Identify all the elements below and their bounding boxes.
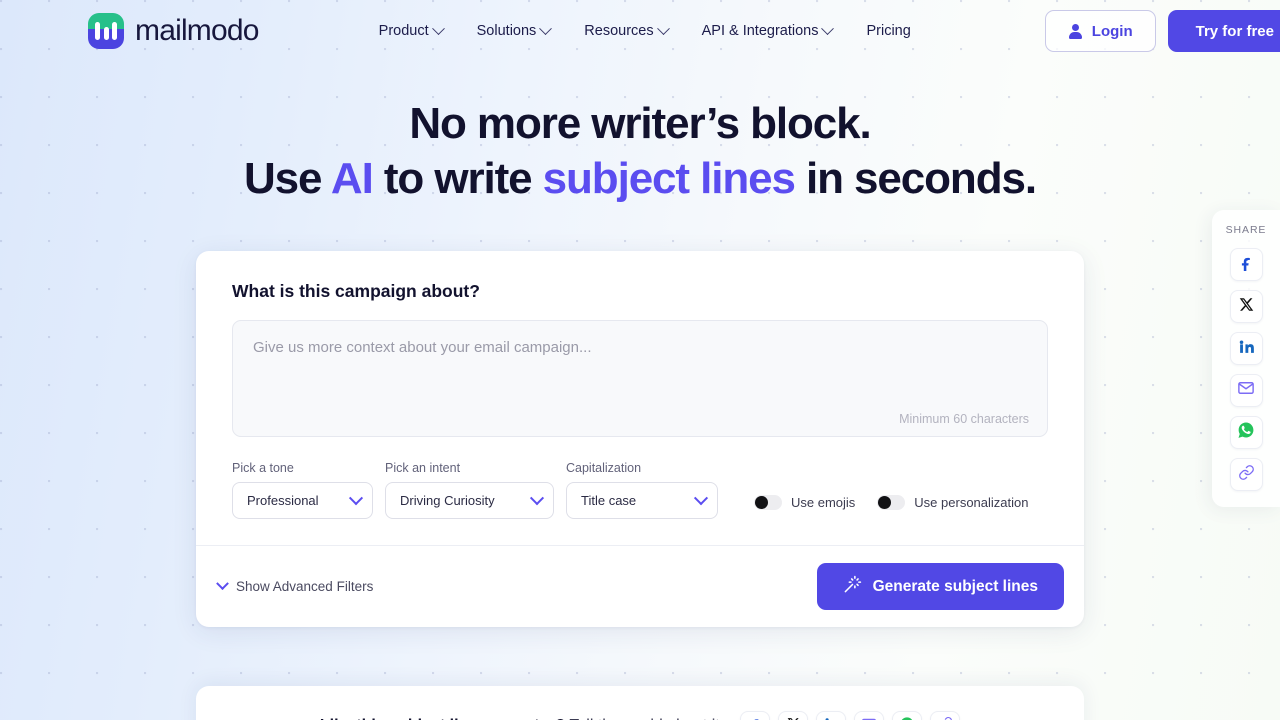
- share-promo-card: Like this subject line generator? Tell t…: [196, 686, 1084, 720]
- chevron-down-icon: [348, 490, 364, 505]
- headline-line-1: No more writer’s block.: [409, 99, 871, 148]
- nav-item-product[interactable]: Product: [378, 21, 445, 39]
- hero-section: No more writer’s block. Use AI to write …: [0, 96, 1280, 206]
- headline-line-2-b: to write: [372, 154, 543, 203]
- try-for-free-button[interactable]: Try for free: [1167, 10, 1280, 52]
- share-whatsapp-button[interactable]: [1229, 416, 1263, 449]
- main-navigation: Product Solutions Resources API & Integr…: [378, 21, 911, 39]
- use-personalization-toggle[interactable]: Use personalization: [877, 495, 1028, 510]
- field-label: Pick an intent: [385, 461, 461, 475]
- nav-label: Solutions: [476, 23, 537, 39]
- generator-title: What is this campaign about?: [232, 281, 480, 301]
- linkedin-icon: [1238, 338, 1255, 360]
- chevron-down-icon: [529, 490, 545, 505]
- chevron-down-icon: [539, 21, 553, 35]
- campaign-context-textarea[interactable]: Give us more context about your email ca…: [232, 320, 1048, 437]
- chevron-down-icon: [431, 21, 445, 35]
- promo-share-facebook-button[interactable]: [740, 711, 771, 720]
- promo-share-copy-link-button[interactable]: [930, 711, 961, 720]
- share-email-button[interactable]: [1229, 374, 1263, 407]
- user-icon: [1068, 23, 1083, 39]
- email-icon: [861, 716, 877, 720]
- capitalization-select[interactable]: Title case: [566, 482, 718, 519]
- facebook-icon: [1238, 254, 1255, 276]
- nav-item-pricing[interactable]: Pricing: [866, 23, 910, 39]
- use-emojis-toggle[interactable]: Use emojis: [754, 495, 855, 510]
- facebook-icon: [748, 716, 763, 720]
- generator-footer: Show Advanced Filters Generate subject l…: [196, 545, 1084, 627]
- header-actions: Login Try for free: [1044, 10, 1280, 52]
- field-label: Pick a tone: [232, 461, 294, 475]
- promo-share-linkedin-button[interactable]: [816, 711, 847, 720]
- whatsapp-icon: [1237, 421, 1255, 444]
- headline-line-2-a: Use: [244, 154, 331, 203]
- share-copy-link-button[interactable]: [1229, 458, 1263, 491]
- chevron-down-icon: [693, 490, 709, 505]
- generator-body: What is this campaign about? Give us mor…: [196, 251, 1084, 545]
- page-title: No more writer’s block. Use AI to write …: [0, 96, 1280, 206]
- headline-accent-ai: AI: [330, 154, 374, 203]
- whatsapp-icon: [899, 716, 915, 720]
- copy-link-icon: [938, 716, 953, 720]
- site-header: mailmodo Product Solutions Resources API…: [0, 0, 1280, 62]
- advanced-filters-label: Show Advanced Filters: [236, 579, 374, 594]
- nav-item-resources[interactable]: Resources: [584, 21, 670, 39]
- textarea-placeholder: Give us more context about your email ca…: [253, 339, 592, 356]
- subject-line-generator-card: What is this campaign about? Give us mor…: [196, 251, 1084, 627]
- character-minimum-hint: Minimum 60 characters: [899, 412, 1029, 426]
- nav-item-api-integrations[interactable]: API & Integrations: [701, 21, 835, 39]
- headline-accent-subject-lines: subject lines: [542, 154, 796, 203]
- toggle-label: Use emojis: [791, 495, 856, 510]
- generator-toggles: Use emojis Use personalization: [754, 495, 1028, 519]
- headline-line-2-c: in seconds.: [794, 154, 1037, 203]
- nav-label: Resources: [584, 23, 654, 39]
- share-facebook-button[interactable]: [1229, 248, 1263, 281]
- toggle-switch-icon: [877, 495, 906, 510]
- share-promo-icons: [740, 711, 961, 720]
- share-title: SHARE: [1225, 224, 1267, 236]
- generator-controls: Pick a tone Professional Pick an intent …: [232, 461, 1048, 519]
- brand-logo[interactable]: mailmodo: [88, 13, 259, 49]
- capitalization-value: Title case: [581, 493, 637, 508]
- tone-select[interactable]: Professional: [232, 482, 373, 519]
- generate-subject-lines-button[interactable]: Generate subject lines: [816, 563, 1064, 610]
- toggle-label: Use personalization: [914, 495, 1029, 510]
- nav-label: API & Integrations: [701, 23, 819, 39]
- field-capitalization: Capitalization Title case: [566, 461, 718, 519]
- share-sidebar: SHARE: [1212, 210, 1280, 507]
- chevron-down-icon: [216, 577, 229, 591]
- field-pick-an-intent: Pick an intent Driving Curiosity: [385, 461, 554, 519]
- promo-share-whatsapp-button[interactable]: [892, 711, 923, 720]
- intent-select[interactable]: Driving Curiosity: [385, 482, 554, 519]
- nav-label: Product: [378, 23, 429, 39]
- field-label: Capitalization: [566, 461, 642, 475]
- tone-value: Professional: [247, 493, 319, 508]
- toggle-switch-icon: [754, 495, 782, 510]
- chevron-down-icon: [656, 21, 670, 35]
- linkedin-icon: [824, 716, 839, 720]
- copy-link-icon: [1238, 464, 1255, 486]
- x-twitter-icon: [1239, 297, 1254, 317]
- intent-value: Driving Curiosity: [400, 493, 495, 508]
- mailmodo-logo-icon: [88, 13, 124, 49]
- chevron-down-icon: [821, 21, 835, 35]
- share-linkedin-button[interactable]: [1229, 332, 1263, 365]
- login-label: Login: [1091, 22, 1133, 40]
- brand-name: mailmodo: [135, 14, 259, 47]
- promo-share-x-twitter-button[interactable]: [778, 711, 809, 720]
- generate-label: Generate subject lines: [872, 577, 1038, 595]
- login-button[interactable]: Login: [1044, 10, 1156, 52]
- field-pick-a-tone: Pick a tone Professional: [232, 461, 373, 519]
- nav-label: Pricing: [866, 23, 911, 39]
- show-advanced-filters-button[interactable]: Show Advanced Filters: [216, 577, 374, 594]
- magic-wand-icon: [843, 575, 862, 599]
- nav-item-solutions[interactable]: Solutions: [476, 21, 553, 39]
- promo-share-email-button[interactable]: [854, 711, 885, 720]
- email-icon: [1237, 379, 1255, 402]
- share-x-twitter-button[interactable]: [1229, 290, 1263, 323]
